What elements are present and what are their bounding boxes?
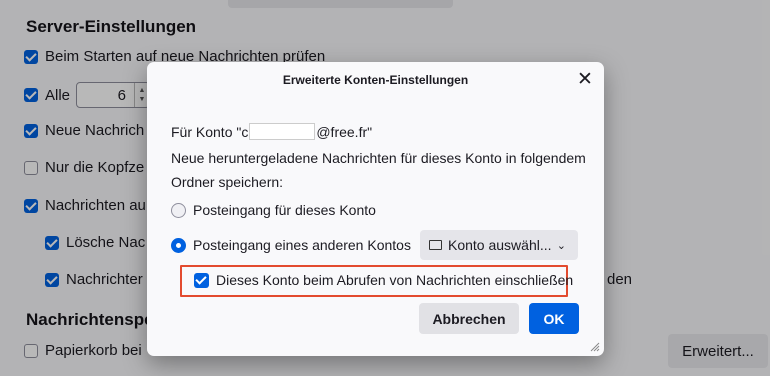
include-account-row[interactable]: Dieses Konto beim Abrufen von Nachrichte… xyxy=(194,272,573,288)
radio-inbox-other-account[interactable]: Posteingang eines anderen Kontos xyxy=(171,237,411,253)
redacted-username xyxy=(249,123,316,140)
account-line: Für Konto "c @free.fr" xyxy=(171,123,372,140)
dialog-title: Erweiterte Konten-Einstellungen xyxy=(282,73,469,87)
folder-icon xyxy=(429,240,442,250)
radio-selected[interactable] xyxy=(171,237,186,253)
account-select-label: Konto auswähl... xyxy=(448,237,552,253)
account-visible-char: c xyxy=(241,124,249,140)
radio-other-label: Posteingang eines anderen Kontos xyxy=(193,237,411,253)
account-prefix: Für Konto " xyxy=(171,124,242,140)
chevron-down-icon: ⌄ xyxy=(556,239,566,252)
account-select-dropdown[interactable]: Konto auswähl... ⌄ xyxy=(420,230,578,260)
description-line-1: Neue heruntergeladene Nachrichten für di… xyxy=(171,150,586,166)
description-line-2: Ordner speichern: xyxy=(171,174,284,190)
close-icon[interactable]: ✕ xyxy=(575,70,595,90)
include-account-checkbox[interactable] xyxy=(194,272,209,288)
resize-grip-icon[interactable] xyxy=(590,342,600,352)
ok-button[interactable]: OK xyxy=(529,303,579,334)
advanced-account-settings-dialog: Erweiterte Konten-Einstellungen ✕ Für Ko… xyxy=(147,62,604,356)
radio-unselected[interactable] xyxy=(171,202,186,218)
cancel-button[interactable]: Abbrechen xyxy=(419,303,519,334)
account-suffix: @free.fr" xyxy=(316,124,373,140)
radio-inbox-label: Posteingang für dieses Konto xyxy=(193,202,376,218)
radio-inbox-this-account[interactable]: Posteingang für dieses Konto xyxy=(171,202,376,218)
include-account-label: Dieses Konto beim Abrufen von Nachrichte… xyxy=(216,272,574,288)
